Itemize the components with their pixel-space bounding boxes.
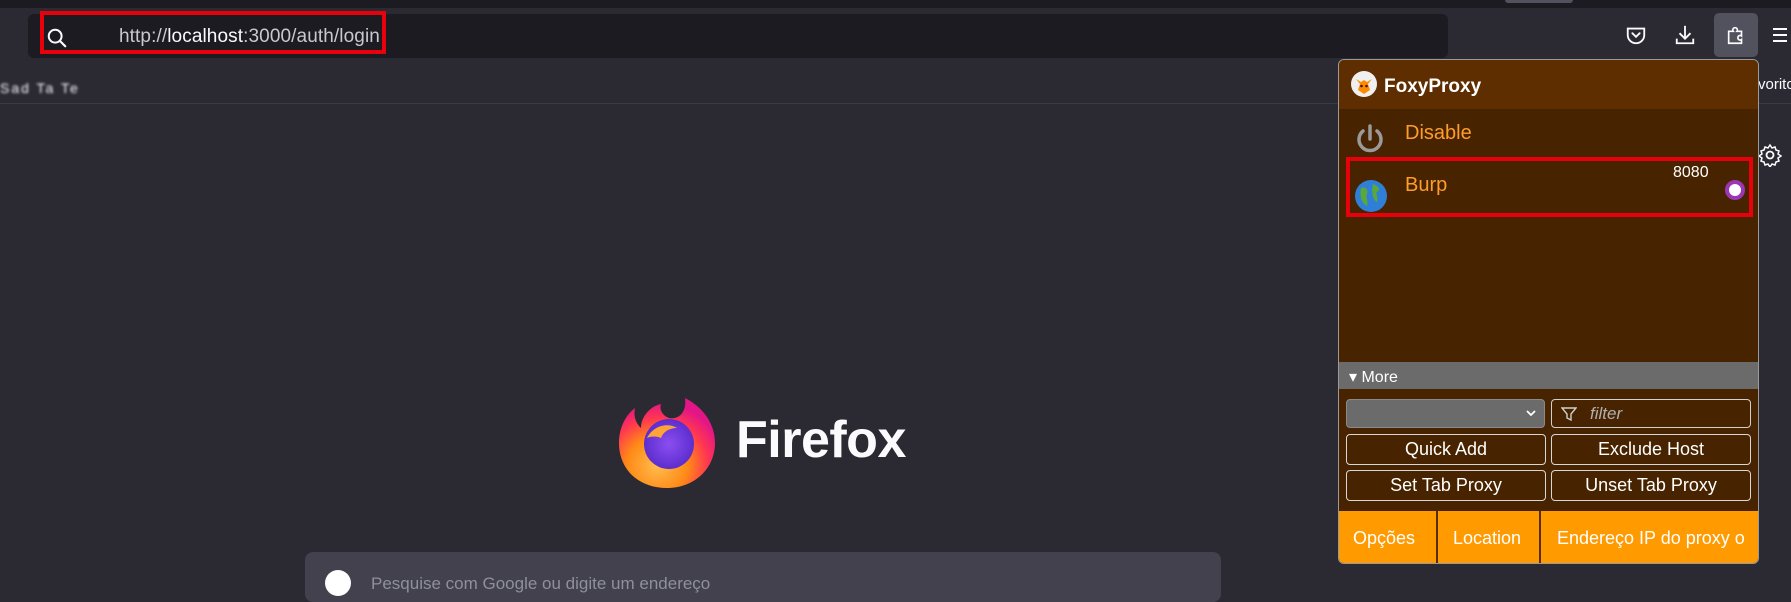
url-highlight-box: [40, 11, 386, 54]
proxy-ip-button[interactable]: Endereço IP do proxy o: [1557, 511, 1745, 563]
download-icon: [1675, 25, 1695, 45]
firefox-wordmark: Firefox: [736, 411, 906, 469]
options-button[interactable]: Opções: [1353, 511, 1415, 563]
window-top-strip: [0, 0, 1791, 8]
filter-placeholder: filter: [1590, 404, 1623, 423]
disable-label: Disable: [1405, 122, 1472, 144]
foxyproxy-logo-icon: [1351, 71, 1377, 97]
pocket-button[interactable]: [1614, 13, 1658, 57]
quick-add-button[interactable]: Quick Add: [1346, 434, 1546, 465]
menu-button[interactable]: [1763, 13, 1791, 57]
pocket-icon: [1626, 27, 1646, 45]
more-label: ▾ More: [1349, 369, 1398, 386]
search-placeholder: Pesquise com Google ou digite um endereç…: [371, 574, 711, 593]
foxyproxy-footer: Opções Location Endereço IP do proxy o: [1339, 511, 1758, 563]
foxyproxy-header: FoxyProxy: [1339, 60, 1758, 109]
hamburger-icon: [1773, 28, 1787, 42]
exclude-host-button[interactable]: Exclude Host: [1551, 434, 1751, 465]
power-icon: [1357, 124, 1383, 153]
filter-icon: [1561, 407, 1577, 422]
chevron-down-icon: [1526, 410, 1536, 417]
foxyproxy-title: FoxyProxy: [1384, 76, 1482, 97]
filter-input[interactable]: filter: [1551, 399, 1751, 428]
more-toggle[interactable]: ▾ More: [1339, 362, 1758, 389]
downloads-button[interactable]: [1663, 13, 1707, 57]
tab-indicator[interactable]: [1505, 0, 1573, 3]
footer-divider: [1436, 511, 1438, 563]
gear-icon[interactable]: [1758, 143, 1782, 167]
puzzle-icon: [1727, 26, 1743, 45]
google-icon: [325, 570, 351, 596]
foxyproxy-popup: FoxyProxy Disable Burp 8080 ▾ More filte…: [1338, 59, 1759, 564]
newtab-search-box[interactable]: Pesquise com Google ou digite um endereç…: [305, 552, 1221, 602]
bookmark-items-obscured[interactable]: Sad Ta Te: [0, 80, 80, 96]
location-button[interactable]: Location: [1453, 511, 1521, 563]
proxy-highlight-box: [1346, 157, 1753, 217]
proxy-select-dropdown[interactable]: [1346, 399, 1545, 428]
firefox-logo-icon: [619, 398, 715, 488]
set-tab-proxy-button[interactable]: Set Tab Proxy: [1346, 470, 1546, 501]
bookmark-folder-other[interactable]: vorito: [1758, 76, 1791, 93]
footer-divider: [1539, 511, 1541, 563]
unset-tab-proxy-button[interactable]: Unset Tab Proxy: [1551, 470, 1751, 501]
extensions-button[interactable]: [1714, 13, 1758, 57]
